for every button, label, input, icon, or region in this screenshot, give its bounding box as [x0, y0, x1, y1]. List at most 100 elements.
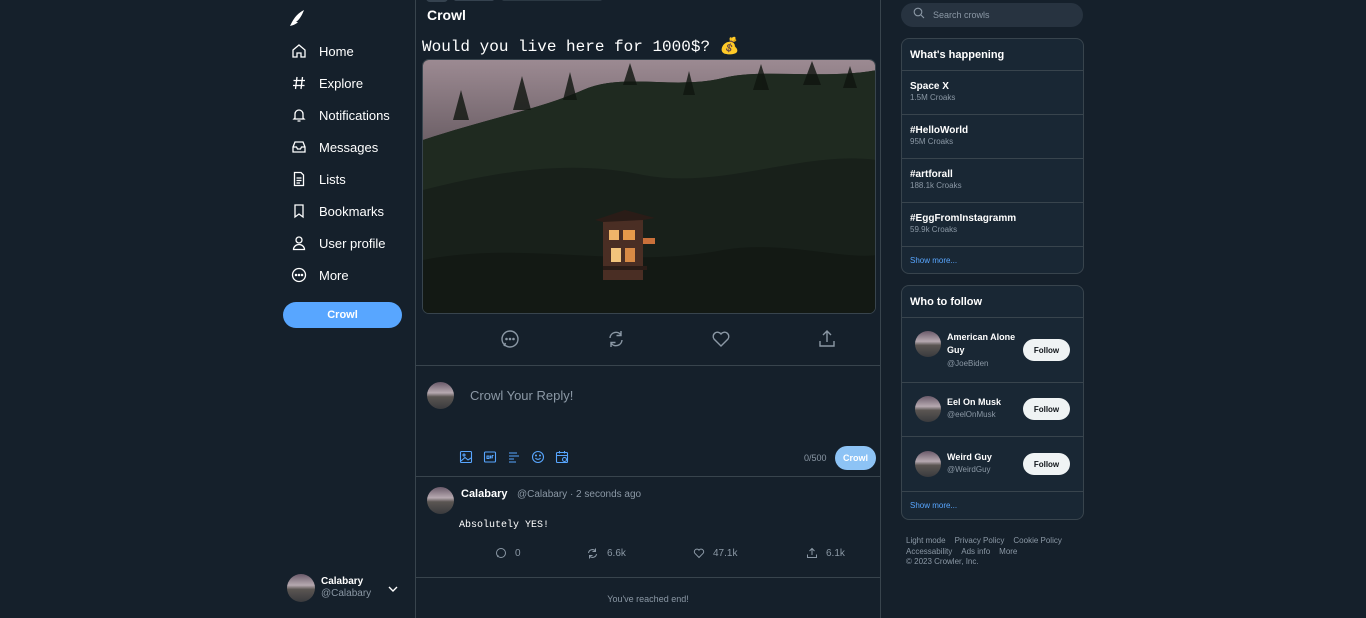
nav-notifications[interactable]: Notifications — [291, 102, 390, 128]
follow-suggestion[interactable]: Weird Guy @WeirdGuy Follow — [902, 437, 1083, 492]
user-icon — [291, 235, 307, 251]
account-switcher[interactable]: Calabary @Calabary — [287, 574, 399, 602]
avatar — [427, 382, 454, 409]
gif-icon[interactable] — [483, 450, 497, 464]
follow-show-more-link[interactable]: Show more... — [902, 492, 1083, 518]
suggestion-name: American Alone Guy — [947, 332, 1016, 355]
reply-input[interactable] — [470, 388, 860, 403]
comment-like-action[interactable]: 47.1k — [693, 547, 737, 559]
bookmark-icon — [291, 203, 307, 219]
avatar — [915, 451, 941, 477]
heart-icon[interactable] — [710, 328, 732, 350]
main-timeline: Crowl Would you live here for 1000$? 💰 C… — [415, 0, 881, 618]
suggestion-handle: @WeirdGuy — [947, 465, 991, 474]
avatar — [915, 396, 941, 422]
account-name: Calabary — [321, 576, 364, 587]
follow-button[interactable]: Follow — [1023, 453, 1070, 475]
tweet-image[interactable] — [422, 59, 876, 314]
comment-text: Absolutely YES! — [459, 520, 550, 531]
comment-recrowl-action[interactable]: 6.6k — [586, 547, 626, 560]
trend-count: 59.9k Croaks — [910, 225, 958, 234]
trends-show-more-link[interactable]: Show more... — [902, 247, 1083, 273]
nav-bookmarks[interactable]: Bookmarks — [291, 198, 384, 224]
reply-composer: 0/500 Crowl — [416, 366, 880, 476]
nav-messages[interactable]: Messages — [291, 134, 378, 160]
comment-author-name[interactable]: Calabary — [461, 488, 507, 500]
footer-link-accessability[interactable]: Accessability — [906, 547, 952, 556]
recrowl-icon — [588, 548, 597, 559]
trend-count: 188.1k Croaks — [910, 181, 962, 190]
comment-icon[interactable] — [499, 328, 521, 350]
trend-topic: #artforall — [910, 169, 953, 180]
schedule-icon[interactable] — [555, 450, 569, 464]
footer-link-cookie[interactable]: Cookie Policy — [1013, 536, 1061, 545]
share-count: 6.1k — [826, 547, 845, 559]
chevron-down-icon[interactable] — [387, 582, 399, 600]
trend-item[interactable]: Space X 1.5M Croaks — [902, 71, 1083, 115]
home-icon — [291, 43, 307, 59]
follow-suggestion[interactable]: American Alone Guy @JoeBiden Follow — [902, 318, 1083, 383]
follow-button[interactable]: Follow — [1023, 339, 1070, 361]
image-icon[interactable] — [459, 450, 473, 464]
nav-home[interactable]: Home — [291, 38, 354, 64]
divider — [416, 577, 880, 578]
search-input[interactable] — [933, 10, 1073, 20]
trend-topic: Space X — [910, 81, 949, 92]
suggestion-handle: @JoeBiden — [947, 359, 989, 368]
emoji-icon[interactable] — [531, 450, 545, 464]
trends-panel: What's happening Space X 1.5M Croaks #He… — [901, 38, 1084, 274]
copyright: © 2023 Crowler, Inc. — [906, 557, 979, 566]
hash-icon — [291, 75, 307, 91]
comment-actions: 0 6.6k 47.1k 6.1k — [416, 547, 880, 563]
recrowl-count: 6.6k — [607, 548, 626, 559]
trend-count: 1.5M Croaks — [910, 93, 956, 102]
tweet-actions — [422, 328, 876, 350]
end-of-feed-text: You've reached end! — [607, 594, 689, 604]
recrowl-icon[interactable] — [605, 328, 627, 350]
list-item[interactable]: Calabary @Calabary · 2 seconds ago Absol… — [416, 477, 880, 577]
comment-meta: @Calabary · 2 seconds ago — [517, 489, 642, 500]
search-bar[interactable] — [901, 3, 1083, 27]
footer-link-privacy[interactable]: Privacy Policy — [955, 536, 1005, 545]
comment-reply-action[interactable]: 0 — [495, 547, 521, 559]
reply-submit-button[interactable]: Crowl — [835, 446, 876, 470]
char-counter: 0/500 — [804, 453, 827, 463]
more-circle-icon — [291, 267, 307, 283]
poll-icon[interactable] — [507, 450, 521, 464]
comment-share-action[interactable]: 6.1k — [806, 547, 845, 559]
share-icon[interactable] — [816, 328, 838, 350]
bell-icon — [291, 107, 307, 123]
list-doc-icon — [291, 171, 307, 187]
nav-label: More — [319, 267, 349, 283]
footer-link-more[interactable]: More — [999, 547, 1017, 556]
trend-item[interactable]: #EggFromInstagramm 59.9k Croaks — [902, 203, 1083, 247]
follow-suggestion[interactable]: Eel On Musk @eelOnMusk Follow — [902, 383, 1083, 437]
suggestion-name: Weird Guy — [947, 452, 992, 462]
nav-more[interactable]: More — [291, 262, 349, 288]
trend-item[interactable]: #HelloWorld 95M Croaks — [902, 115, 1083, 159]
nav-label: Bookmarks — [319, 203, 385, 219]
scrolled-header-remnant — [426, 0, 606, 7]
comment-icon — [496, 548, 506, 558]
nav-lists[interactable]: Lists — [291, 166, 346, 192]
follow-button[interactable]: Follow — [1023, 398, 1070, 420]
footer-link-ads-info[interactable]: Ads info — [961, 547, 990, 556]
nav-label: Lists — [319, 171, 346, 187]
nav-label: User profile — [319, 235, 386, 251]
crowler-logo-icon[interactable] — [287, 8, 307, 28]
crowl-compose-button[interactable]: Crowl — [283, 302, 402, 328]
avatar — [915, 331, 941, 357]
avatar[interactable] — [427, 487, 454, 514]
nav-explore[interactable]: Explore — [291, 70, 363, 96]
trend-item[interactable]: #artforall 188.1k Croaks — [902, 159, 1083, 203]
footer: Light mode Privacy Policy Cookie Policy Ac… — [906, 536, 1086, 568]
search-icon — [913, 6, 925, 24]
footer-link-light-mode[interactable]: Light mode — [906, 536, 946, 545]
nav-label: Explore — [319, 75, 364, 91]
like-count: 47.1k — [713, 547, 738, 559]
who-to-follow-panel: Who to follow American Alone Guy @JoeBid… — [901, 285, 1084, 520]
nav-user-profile[interactable]: User profile — [291, 230, 385, 256]
left-sidebar: Home Explore Notifications Messages List… — [283, 0, 408, 618]
nav-label: Messages — [319, 139, 379, 155]
who-to-follow-title: Who to follow — [902, 286, 1083, 318]
